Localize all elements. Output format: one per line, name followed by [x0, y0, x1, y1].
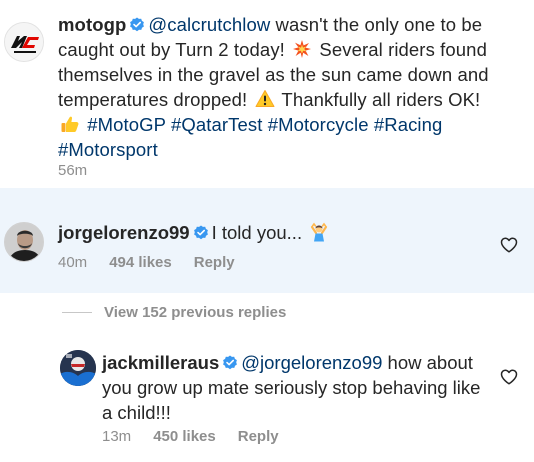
- reply-text: jackmilleraus @jorgelorenzo99 how about y…: [102, 350, 482, 425]
- reply-meta: 13m 450 likes Reply: [102, 428, 301, 445]
- view-replies-label: View 152 previous replies: [104, 303, 287, 321]
- comment-text: jorgelorenzo99 I told you...: [58, 220, 331, 245]
- divider-line: [62, 311, 92, 313]
- reply-reply-button[interactable]: Reply: [238, 428, 279, 445]
- person-shrugging-emoji-icon: [311, 222, 328, 242]
- comment-timestamp: 40m: [58, 254, 88, 271]
- reply-mention[interactable]: @jorgelorenzo99: [241, 352, 382, 373]
- hashtag-link[interactable]: #Motorcycle: [268, 114, 369, 135]
- hashtag-link[interactable]: #MotoGP: [87, 114, 166, 135]
- collision-emoji-icon: [293, 40, 312, 58]
- comment-likes-count[interactable]: 494 likes: [109, 254, 172, 271]
- comment-row: jorgelorenzo99 I told you... 40m 494 like…: [0, 188, 534, 293]
- verified-badge-icon: [193, 225, 208, 240]
- heart-icon[interactable]: [500, 368, 518, 386]
- reply-likes-count[interactable]: 450 likes: [153, 428, 216, 445]
- verified-badge-icon: [130, 17, 145, 32]
- comment-meta: 40m 494 likes Reply: [58, 254, 257, 271]
- reply-username[interactable]: jackmilleraus: [102, 352, 219, 373]
- comment-body: I told you...: [211, 222, 303, 243]
- comment-username[interactable]: jorgelorenzo99: [58, 222, 190, 243]
- post-timestamp: 56m: [58, 162, 88, 179]
- caption-mention[interactable]: @calcrutchlow: [148, 14, 270, 35]
- jorgelorenzo99-avatar[interactable]: [4, 222, 44, 262]
- hashtag-link[interactable]: #Motorsport: [58, 139, 158, 160]
- motogp-avatar[interactable]: [4, 22, 44, 62]
- profile-photo: [5, 223, 43, 261]
- heart-icon[interactable]: [500, 236, 518, 254]
- thumbs-up-emoji-icon: [61, 116, 79, 132]
- reply-timestamp: 13m: [102, 428, 132, 445]
- verified-badge-icon: [223, 355, 238, 370]
- view-previous-replies[interactable]: View 152 previous replies: [62, 300, 286, 324]
- hashtag-link[interactable]: #QatarTest: [171, 114, 263, 135]
- hashtag-link[interactable]: #Racing: [374, 114, 443, 135]
- post-caption: motogp @calcrutchlow wasn't the only one …: [0, 0, 534, 188]
- jackmilleraus-avatar[interactable]: [60, 350, 96, 386]
- warning-emoji-icon: [255, 90, 275, 107]
- motogp-logo: [5, 23, 43, 61]
- caption-text-part-3: Thankfully all riders OK!: [276, 89, 481, 110]
- comment-reply-button[interactable]: Reply: [194, 254, 235, 271]
- post-username[interactable]: motogp: [58, 14, 126, 35]
- profile-photo: [60, 350, 96, 386]
- caption-text: motogp @calcrutchlow wasn't the only one …: [58, 12, 528, 162]
